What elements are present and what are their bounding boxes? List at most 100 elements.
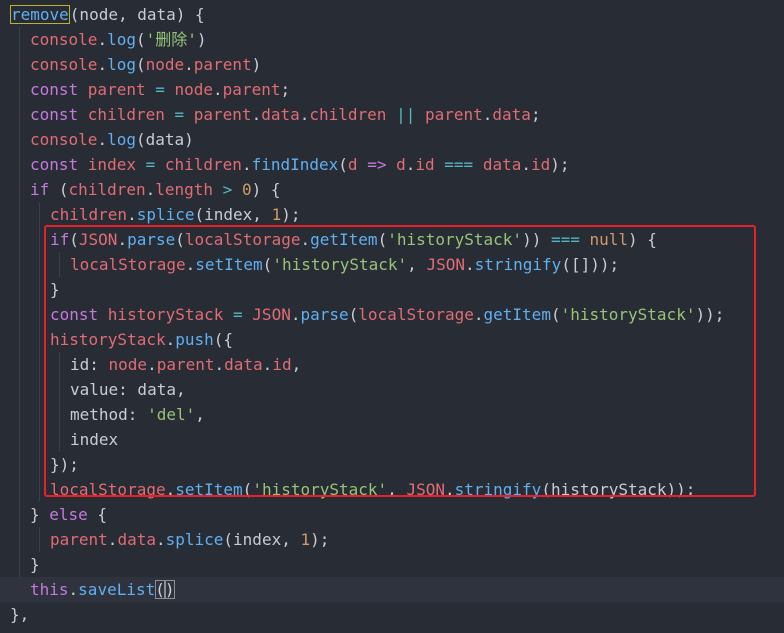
- code-token: (node, data) {: [69, 5, 205, 24]
- code-token: 'historyStack': [272, 255, 408, 274]
- code-token: .: [68, 580, 79, 599]
- code-token: }: [30, 555, 40, 574]
- code-token: (: [242, 480, 253, 499]
- code-token: const: [30, 105, 88, 124]
- code-token: ): [196, 30, 207, 49]
- code-token: (: [262, 255, 273, 274]
- code-token: splice: [136, 205, 195, 224]
- code-line[interactable]: this.saveList(): [0, 577, 784, 602]
- code-token: parse: [127, 230, 176, 249]
- code-token: ,: [407, 255, 427, 274]
- code-token: .: [165, 480, 176, 499]
- code-token: children: [50, 205, 128, 224]
- code-line[interactable]: console.log(node.parent): [10, 52, 780, 77]
- code-token: );: [281, 205, 301, 224]
- code-token: (: [550, 305, 561, 324]
- code-token: id: [272, 355, 292, 374]
- code-token: ): [164, 580, 175, 599]
- code-token: .: [97, 130, 108, 149]
- code-token: parse: [300, 305, 349, 324]
- code-token: console: [30, 130, 98, 149]
- code-token: method:: [70, 405, 148, 424]
- code-line[interactable]: children.splice(index, 1);: [10, 202, 780, 227]
- code-token: d: [396, 155, 406, 174]
- code-token: .: [127, 205, 137, 224]
- code-token: localStorage: [358, 305, 474, 324]
- code-token: localStorage: [70, 255, 186, 274]
- code-line[interactable]: historyStack.push({: [10, 327, 780, 352]
- code-token: value: data,: [70, 380, 186, 399]
- code-token: =: [164, 105, 194, 124]
- code-token: JSON: [426, 255, 465, 274]
- code-line[interactable]: if (children.length > 0) {: [10, 177, 780, 202]
- code-token: .: [117, 230, 128, 249]
- code-token: stringify: [454, 480, 542, 499]
- code-token: children: [164, 155, 242, 174]
- code-token: .: [97, 55, 108, 74]
- code-line[interactable]: const children = parent.data.children ||…: [10, 102, 780, 127]
- code-token: stringify: [474, 255, 562, 274]
- code-line[interactable]: parent.data.splice(index, 1);: [10, 527, 780, 552]
- code-line[interactable]: },: [10, 602, 780, 627]
- code-line[interactable]: index: [10, 427, 780, 452]
- code-token: d: [347, 155, 358, 174]
- code-token: (: [135, 30, 146, 49]
- code-token: .: [147, 355, 157, 374]
- code-token: 'historyStack': [387, 230, 523, 249]
- code-token: data: [261, 105, 300, 124]
- code-token: (: [377, 230, 388, 249]
- code-line[interactable]: id: node.parent.data.id,: [10, 352, 780, 377]
- code-line[interactable]: console.log('删除'): [10, 27, 780, 52]
- code-token: children: [68, 180, 146, 199]
- code-token: setItem: [195, 255, 263, 274]
- code-line[interactable]: localStorage.setItem('historyStack', JSO…: [10, 252, 780, 277]
- code-token: const: [50, 305, 108, 324]
- code-token: const: [30, 80, 88, 99]
- code-token: ;: [530, 105, 541, 124]
- code-line[interactable]: }: [10, 552, 780, 577]
- code-line[interactable]: }: [10, 277, 780, 302]
- code-token: if: [30, 180, 59, 199]
- code-line[interactable]: });: [10, 452, 780, 477]
- code-token: this: [30, 580, 69, 599]
- code-line[interactable]: const index = children.findIndex(d => d.…: [10, 152, 780, 177]
- code-token: }: [30, 505, 50, 524]
- code-token: splice: [165, 530, 224, 549]
- code-line[interactable]: method: 'del',: [10, 402, 780, 427]
- code-token: .: [300, 230, 311, 249]
- code-token: 'historyStack': [560, 305, 696, 324]
- code-token: log: [107, 55, 136, 74]
- code-editor[interactable]: remove(node, data) {console.log('删除') con…: [0, 0, 784, 633]
- code-token: .: [213, 80, 223, 99]
- code-line[interactable]: value: data,: [10, 377, 780, 402]
- code-token: parent: [193, 105, 252, 124]
- code-token: .: [299, 105, 310, 124]
- code-token: =: [145, 80, 175, 99]
- code-line[interactable]: console.log(data): [10, 127, 780, 152]
- code-token: )): [522, 230, 542, 249]
- code-token: id: [530, 155, 551, 174]
- code-token: ||: [386, 105, 425, 124]
- code-line[interactable]: remove(node, data) {: [10, 2, 780, 27]
- code-line[interactable]: localStorage.setItem('historyStack', JSO…: [10, 477, 780, 502]
- code-token: null: [589, 230, 629, 249]
- code-token: }: [50, 280, 60, 299]
- code-token: ([]));: [561, 255, 620, 274]
- code-line[interactable]: const parent = node.parent;: [10, 77, 780, 102]
- code-token: ,: [291, 355, 302, 374]
- code-token: getItem: [310, 230, 378, 249]
- code-token: =: [135, 155, 165, 174]
- code-token: (: [69, 230, 79, 249]
- code-token: setItem: [175, 480, 243, 499]
- code-token: .: [155, 530, 166, 549]
- code-token: ));: [695, 305, 725, 324]
- code-line[interactable]: const historyStack = JSON.parse(localSto…: [10, 302, 780, 327]
- code-token: (data): [135, 130, 194, 149]
- code-token: .: [444, 480, 455, 499]
- code-line[interactable]: } else {: [10, 502, 780, 527]
- code-token: node: [174, 80, 214, 99]
- code-token: 0: [241, 180, 252, 199]
- code-line[interactable]: if(JSON.parse(localStorage.getItem('hist…: [10, 227, 780, 252]
- code-token: .: [214, 355, 225, 374]
- code-token: JSON: [78, 230, 118, 249]
